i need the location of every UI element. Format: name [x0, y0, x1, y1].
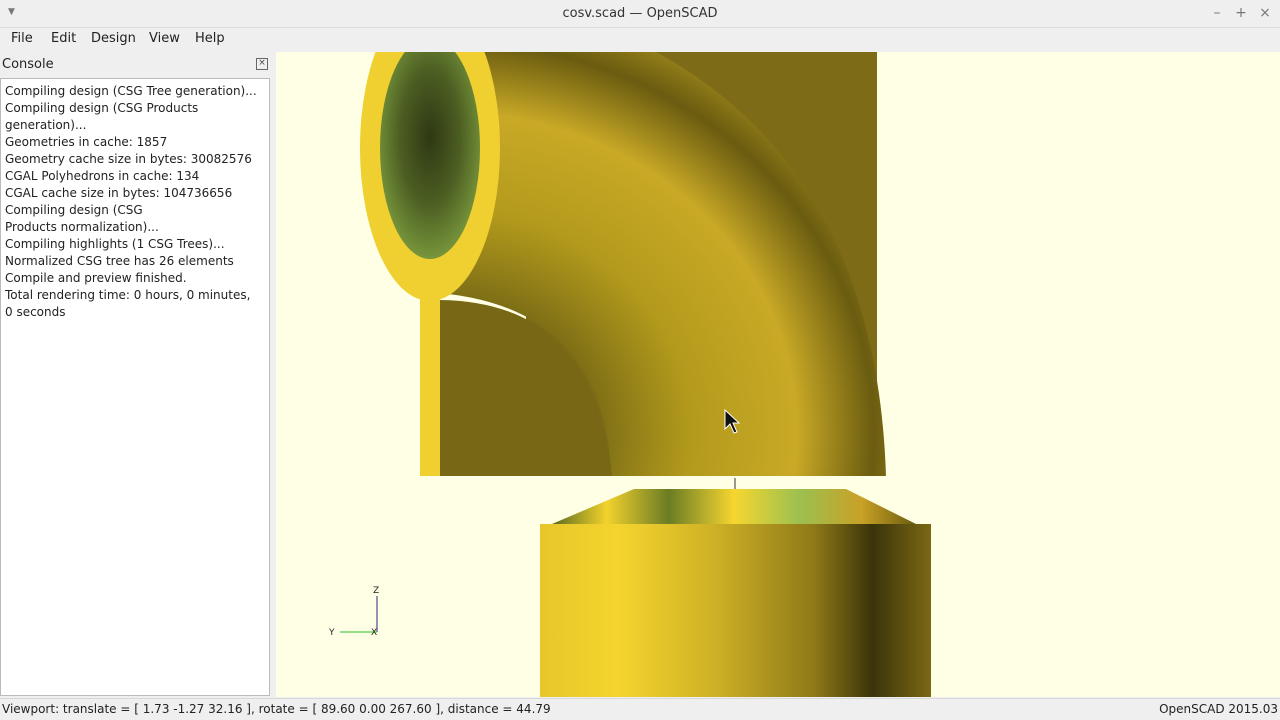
axes-indicator: Z Y X: [328, 586, 379, 638]
axis-label-x: X: [371, 628, 377, 638]
viewport-status: Viewport: translate = [ 1.73 -1.27 32.16…: [2, 702, 551, 716]
console-line: Geometry cache size in bytes: 30082576: [5, 152, 252, 166]
close-button[interactable]: ×: [1256, 4, 1274, 22]
console-output[interactable]: Compiling design (CSG Tree generation)..…: [0, 78, 270, 696]
console-line: CGAL Polyhedrons in cache: 134: [5, 169, 200, 183]
axis-label-y: Y: [328, 628, 335, 638]
version-label: OpenSCAD 2015.03: [1159, 702, 1278, 716]
console-line: Geometries in cache: 1857: [5, 135, 168, 149]
minimize-button[interactable]: –: [1208, 4, 1226, 22]
menu-design[interactable]: Design: [91, 31, 136, 46]
console-line: Compiling design (CSG Products normaliza…: [5, 203, 159, 234]
flange-stem: [420, 298, 440, 476]
console-line: Normalized CSG tree has 26 elements: [5, 254, 234, 268]
console-line: Total rendering time: 0 hours, 0 minutes…: [5, 288, 251, 319]
menu-bar: File Edit Design View Help: [0, 28, 1280, 50]
status-bar: Viewport: translate = [ 1.73 -1.27 32.16…: [0, 698, 1280, 720]
axis-label-z: Z: [373, 586, 379, 596]
console-line: Compile and preview finished.: [5, 271, 187, 285]
window-title: cosv.scad — OpenSCAD: [562, 6, 718, 21]
menu-file[interactable]: File: [11, 31, 33, 46]
menu-view[interactable]: View: [149, 31, 180, 46]
console-line: Compiling highlights (1 CSG Trees)...: [5, 237, 225, 251]
console-dock: Console × Compiling design (CSG Tree gen…: [0, 52, 272, 698]
console-line: CGAL cache size in bytes: 104736656: [5, 186, 233, 200]
menu-edit[interactable]: Edit: [51, 31, 76, 46]
console-line: Compiling design (CSG Products generatio…: [5, 101, 199, 132]
base-cylinder: [540, 524, 931, 697]
maximize-button[interactable]: +: [1232, 4, 1250, 22]
console-line: Compiling design (CSG Tree generation)..…: [5, 84, 257, 98]
console-close-icon[interactable]: ×: [256, 58, 268, 70]
model-render: Z Y X: [328, 52, 931, 697]
base-bevel: [552, 489, 916, 524]
title-bar: ▼ cosv.scad — OpenSCAD – + ×: [0, 0, 1280, 28]
menu-help[interactable]: Help: [195, 31, 225, 46]
console-title: Console: [2, 57, 54, 72]
3d-viewport[interactable]: Z Y X: [276, 52, 1280, 697]
